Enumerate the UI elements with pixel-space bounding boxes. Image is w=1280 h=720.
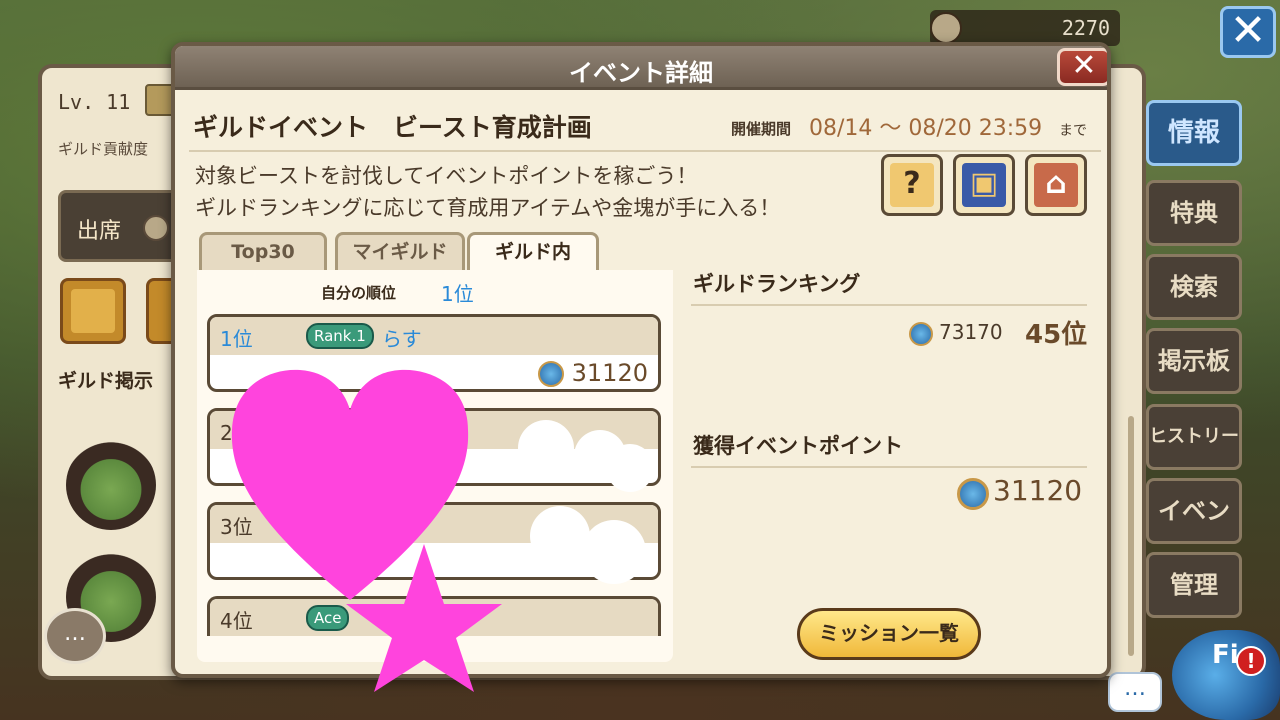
coin-icon xyxy=(930,12,962,44)
event-point-icon xyxy=(957,478,989,510)
event-name: ギルドイベント ビースト育成計画 xyxy=(193,113,592,142)
currency-value: 2270 xyxy=(1061,16,1110,40)
close-button[interactable]: ✕ xyxy=(1057,48,1107,86)
period-label: 開催期間 xyxy=(731,120,792,138)
tab-my-guild[interactable]: マイギルド xyxy=(335,232,465,272)
ranking-row[interactable]: 2位 xyxy=(207,408,661,486)
event-points-value: 31120 xyxy=(993,474,1083,507)
chat-icon[interactable]: … xyxy=(44,608,106,664)
modal-title: イベント詳細 xyxy=(569,59,713,87)
alert-icon: ! xyxy=(1236,646,1266,676)
coin-icon xyxy=(143,215,169,241)
divider xyxy=(691,466,1087,468)
shop-icon: ⌂ xyxy=(1034,163,1078,207)
event-description: ギルドランキングに応じて育成用アイテムや金塊が手に入る！ xyxy=(195,196,781,220)
scrollbar[interactable] xyxy=(1128,416,1134,656)
guild-contribution-label: ギルド貢献度 xyxy=(58,140,149,158)
ranking-row[interactable]: 3位 xyxy=(207,502,661,580)
help-beast-icon: ? xyxy=(890,163,934,207)
ranking-row[interactable]: 1位 Rank.1 らす 31120 xyxy=(207,314,661,392)
row-rank: 1位 xyxy=(220,327,253,351)
tab-search[interactable]: 検索 xyxy=(1146,254,1242,320)
event-point-icon xyxy=(538,361,564,387)
tab-history[interactable]: ヒストリー xyxy=(1146,404,1242,470)
member-avatar xyxy=(66,440,156,530)
tab-top30[interactable]: Top30 xyxy=(199,232,327,272)
help-beast-button[interactable]: ? xyxy=(881,154,943,216)
modal-header: イベント詳細 ✕ xyxy=(175,46,1107,90)
period-until: まで xyxy=(1059,123,1087,139)
attendance-label: 出席 xyxy=(77,219,122,244)
divider xyxy=(691,304,1087,306)
rank-badge: Ace xyxy=(306,605,350,631)
divider xyxy=(189,150,1101,152)
tab-benefits[interactable]: 特典 xyxy=(1146,180,1242,246)
row-rank: 4位 xyxy=(220,609,253,633)
tab-manage[interactable]: 管理 xyxy=(1146,552,1242,618)
field-button[interactable]: Fi ! xyxy=(1172,630,1280,720)
rewards-button[interactable]: ▣ xyxy=(953,154,1015,216)
guild-beast-icon[interactable] xyxy=(60,278,126,344)
currency-display: 2270 xyxy=(930,10,1120,46)
tab-info[interactable]: 情報 xyxy=(1146,100,1242,166)
my-rank-label: 自分の順位 xyxy=(321,284,397,302)
event-points-label: 獲得イベントポイント xyxy=(693,434,903,458)
guild-ranking-rank: 45位 xyxy=(1025,320,1088,350)
ranking-row[interactable]: 4位 Ace xyxy=(207,596,661,636)
guild-ranking-label: ギルドランキング xyxy=(693,272,861,296)
close-screen-button[interactable]: ✕ xyxy=(1220,6,1276,58)
treasure-chest-icon: ▣ xyxy=(962,163,1006,207)
player-name: らす xyxy=(382,327,422,351)
shop-button[interactable]: ⌂ xyxy=(1025,154,1087,216)
event-point-icon xyxy=(909,322,933,346)
my-rank-value: 1位 xyxy=(441,282,474,306)
period-value: 08/14 ～ 08/20 23:59 xyxy=(809,116,1043,141)
guild-level: Lv. 11 xyxy=(58,90,131,114)
guild-board-label: ギルド掲示 xyxy=(58,370,154,392)
tab-event[interactable]: イベント xyxy=(1146,478,1242,585)
rank-badge: Rank.1 xyxy=(306,323,374,349)
tab-board[interactable]: 掲示板 xyxy=(1146,328,1242,394)
chat-icon[interactable]: … xyxy=(1108,672,1162,712)
field-label: Fi xyxy=(1212,640,1239,670)
row-points: 31120 xyxy=(571,359,648,387)
mission-list-button[interactable]: ミッション一覧 xyxy=(797,608,981,660)
row-rank: 3位 xyxy=(220,515,253,539)
event-detail-modal: イベント詳細 ✕ ギルドイベント ビースト育成計画 開催期間 08/14 ～ 0… xyxy=(171,42,1111,678)
guild-ranking-points: 73170 xyxy=(939,320,1003,344)
row-rank: 2位 xyxy=(220,421,253,445)
event-description: 対象ビーストを討伐してイベントポイントを稼ごう！ xyxy=(195,164,698,188)
